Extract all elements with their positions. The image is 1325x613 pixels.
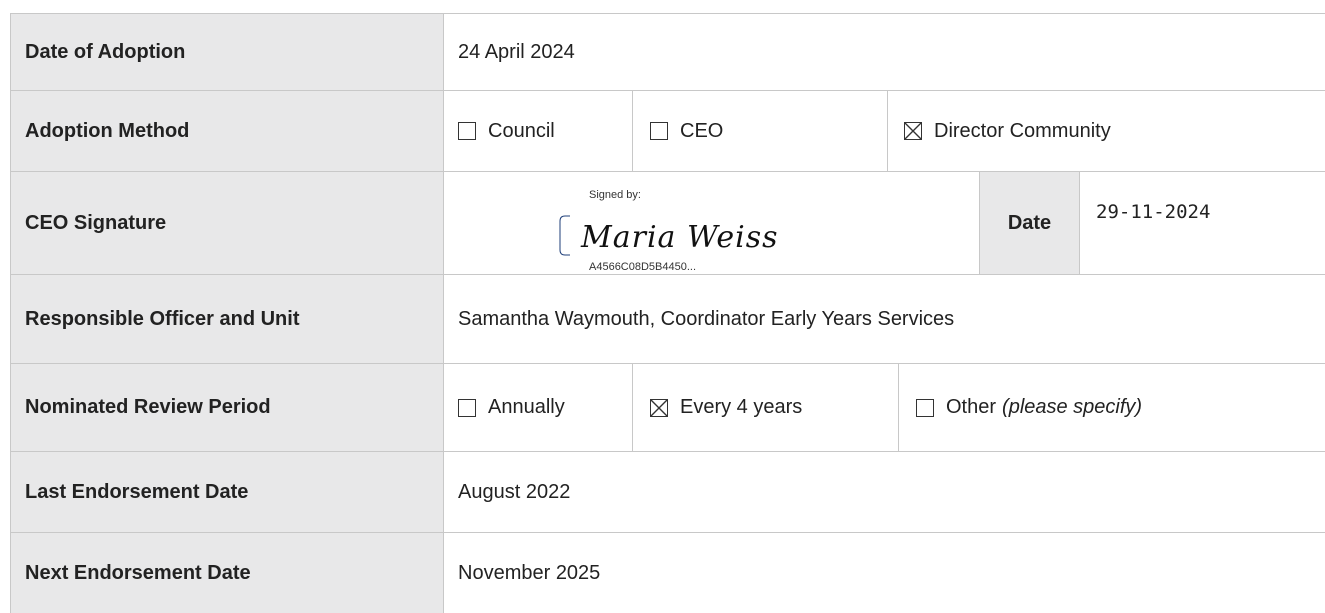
label-next-endorsement: Next Endorsement Date — [10, 533, 444, 613]
checkbox-crossed-icon[interactable] — [904, 122, 922, 140]
row-next-endorsement: Next Endorsement Date November 2025 — [10, 532, 1325, 613]
row-responsible-officer: Responsible Officer and Unit Samantha Wa… — [10, 274, 1325, 363]
option-other-note: (please specify) — [1002, 396, 1143, 418]
option-other-label: Other — [946, 396, 997, 418]
option-director-community[interactable]: Director Community — [904, 91, 1111, 171]
option-other[interactable]: Other (please specify) — [916, 364, 1142, 451]
row-review-period: Nominated Review Period Annually Every 4… — [10, 363, 1325, 451]
content-review-period: Annually Every 4 years Other (please spe… — [444, 364, 1325, 451]
option-annually-label: Annually — [488, 396, 565, 418]
option-every-4-years[interactable]: Every 4 years — [650, 364, 802, 451]
label-ceo-signature: CEO Signature — [10, 172, 444, 274]
label-date-of-adoption: Date of Adoption — [10, 14, 444, 90]
date-of-adoption-value: 24 April 2024 — [458, 40, 575, 63]
checkbox-empty-icon[interactable] — [458, 122, 476, 140]
row-ceo-signature: CEO Signature Signed by: Maria Weiss A45… — [10, 171, 1325, 274]
signature-frame-icon — [559, 215, 570, 256]
checkbox-empty-icon[interactable] — [650, 122, 668, 140]
divider — [1079, 172, 1080, 274]
envelope-id: A4566C08D5B4450... — [589, 261, 697, 273]
next-endorsement-value: November 2025 — [458, 561, 601, 584]
option-director-community-label: Director Community — [934, 119, 1111, 142]
label-adoption-method: Adoption Method — [10, 91, 444, 171]
label-date: Date — [980, 172, 1079, 274]
signature-date-value: 29-11-2024 — [1096, 201, 1211, 223]
policy-details-table: Date of Adoption 24 April 2024 Adoption … — [10, 13, 1325, 613]
option-annually[interactable]: Annually — [458, 364, 565, 451]
row-last-endorsement: Last Endorsement Date August 2022 — [10, 451, 1325, 532]
row-date-of-adoption: Date of Adoption 24 April 2024 — [10, 13, 1325, 90]
label-review-period: Nominated Review Period — [10, 364, 444, 451]
content-adoption-method: Council CEO Director Community — [444, 91, 1325, 171]
label-last-endorsement: Last Endorsement Date — [10, 452, 444, 532]
last-endorsement-value: August 2022 — [458, 480, 571, 503]
divider — [887, 91, 888, 171]
option-council[interactable]: Council — [458, 91, 555, 171]
option-ceo-label: CEO — [680, 119, 724, 142]
row-adoption-method: Adoption Method Council CEO Director Com… — [10, 90, 1325, 171]
checkbox-empty-icon[interactable] — [916, 398, 934, 417]
signature-block: Signed by: Maria Weiss A4566C08D5B4450..… — [559, 189, 859, 273]
option-ceo[interactable]: CEO — [650, 91, 723, 171]
option-council-label: Council — [488, 119, 555, 142]
signature-image: Maria Weiss — [581, 220, 779, 255]
checkbox-empty-icon[interactable] — [458, 398, 476, 417]
content-next-endorsement: November 2025 — [444, 533, 1325, 613]
divider — [632, 364, 633, 451]
responsible-officer-value: Samantha Waymouth, Coordinator Early Yea… — [458, 307, 955, 330]
option-every-4-years-label: Every 4 years — [680, 396, 803, 418]
content-last-endorsement: August 2022 — [444, 452, 1325, 532]
content-ceo-signature: Signed by: Maria Weiss A4566C08D5B4450..… — [444, 172, 1325, 274]
divider — [898, 364, 899, 451]
label-responsible-officer: Responsible Officer and Unit — [10, 275, 444, 363]
signed-by-label: Signed by: — [589, 189, 641, 201]
content-date-of-adoption: 24 April 2024 — [444, 14, 1325, 90]
checkbox-crossed-icon[interactable] — [650, 398, 668, 417]
content-responsible-officer: Samantha Waymouth, Coordinator Early Yea… — [444, 275, 1325, 363]
divider — [632, 91, 633, 171]
